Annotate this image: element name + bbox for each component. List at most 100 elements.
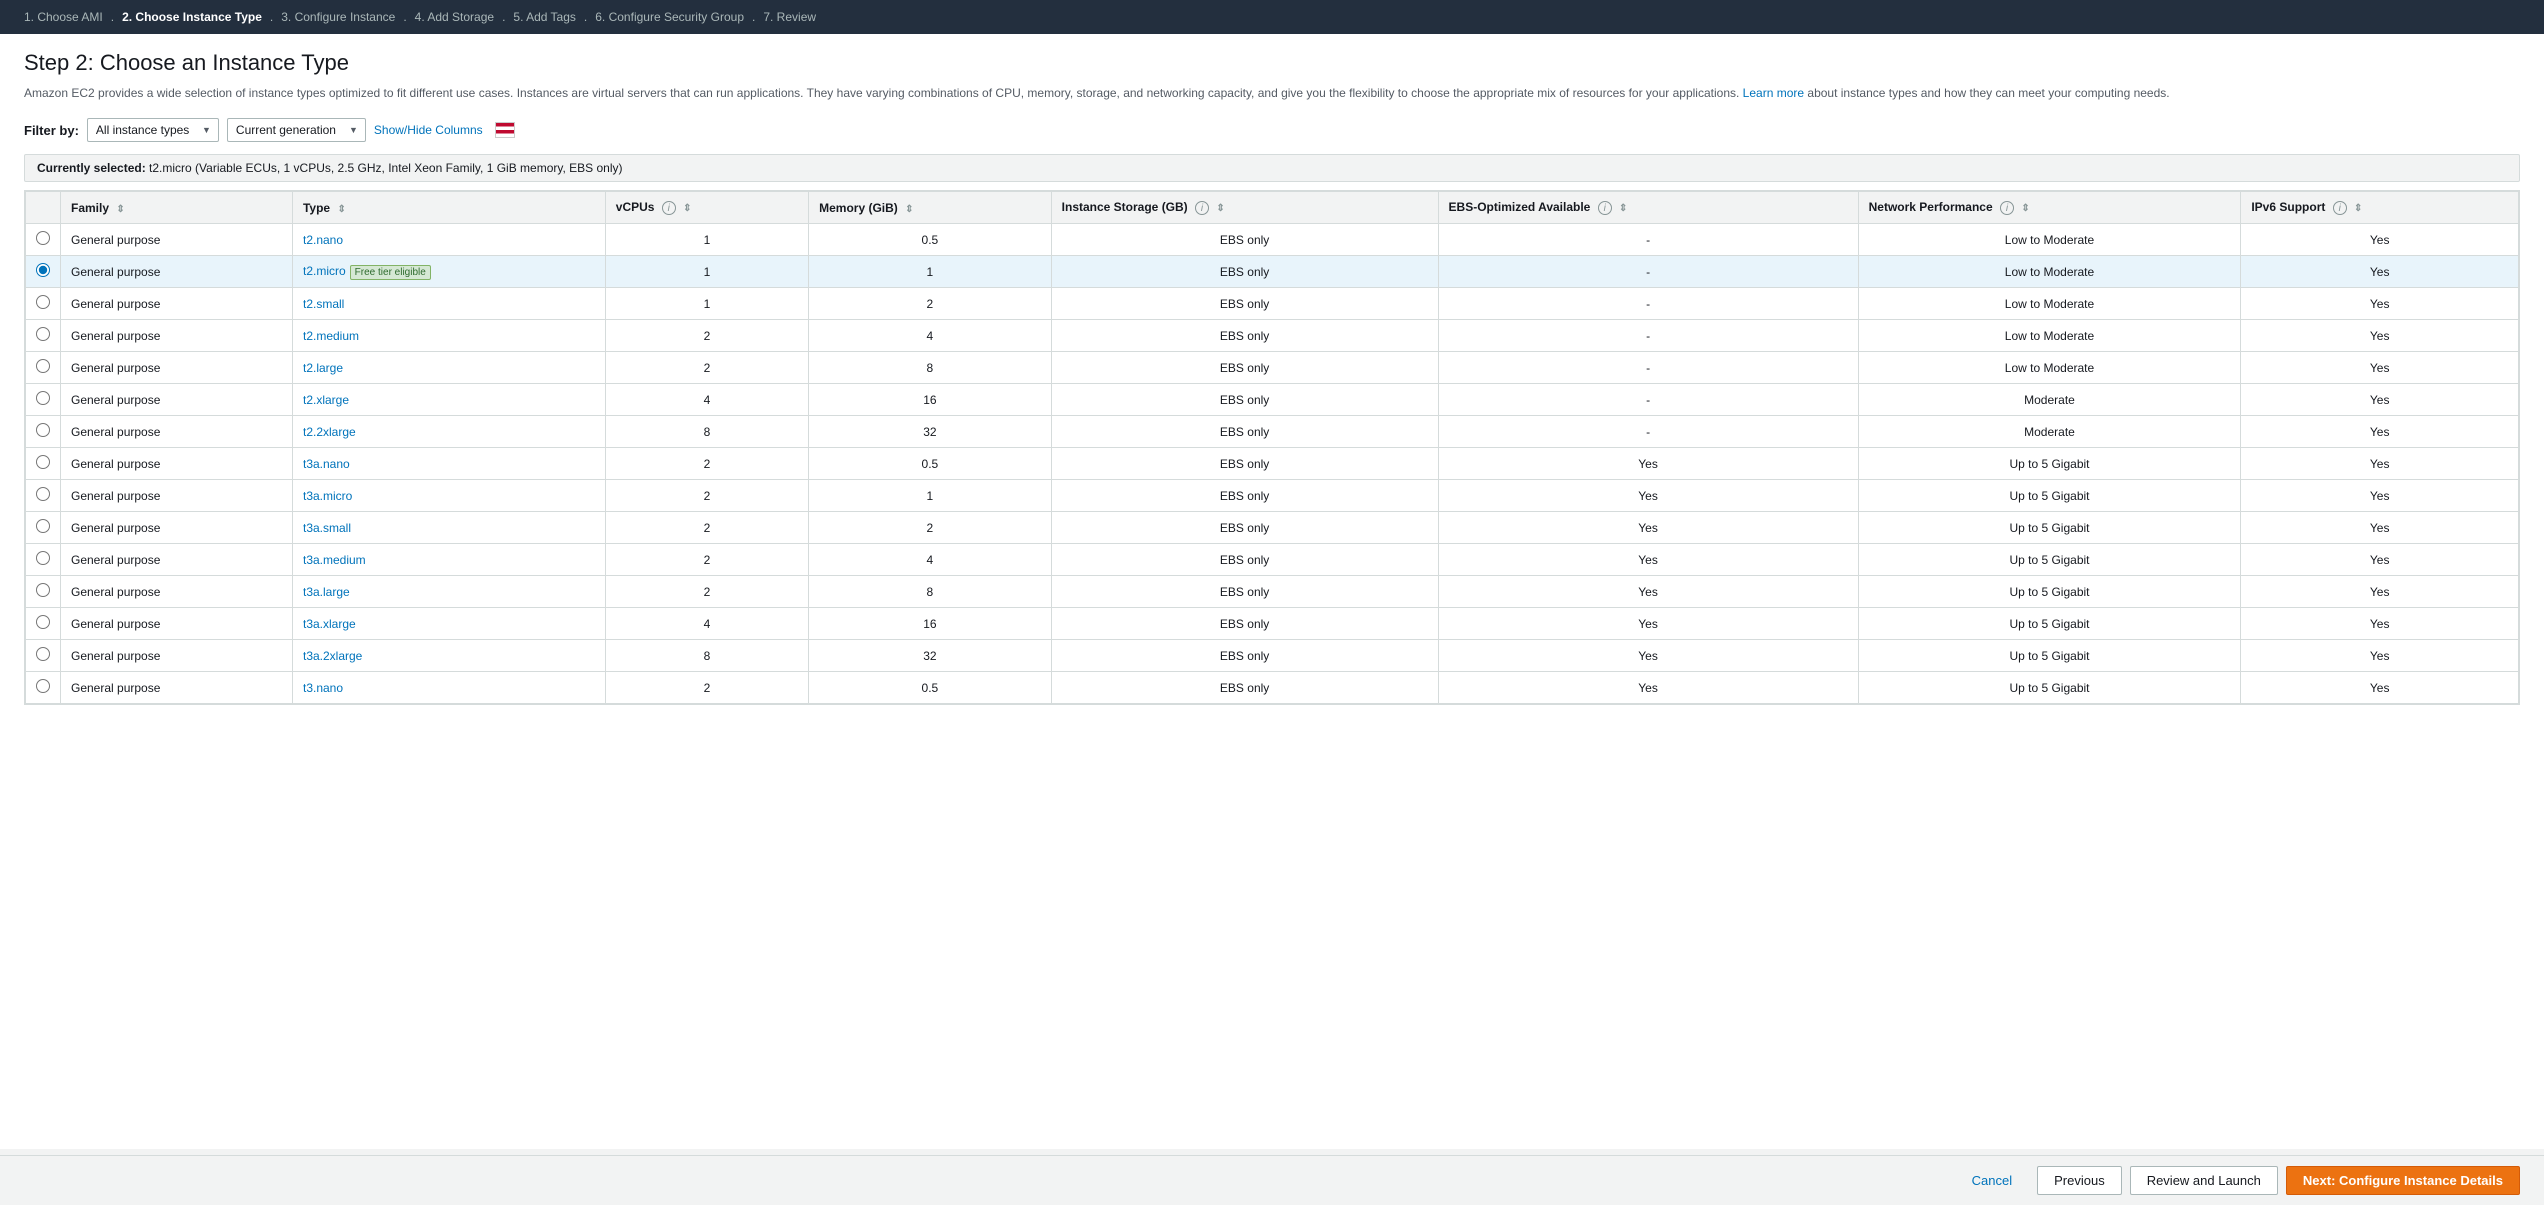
ebs-info-icon[interactable]: i [1598,201,1612,215]
row-ipv6: Yes [2241,608,2519,640]
row-type[interactable]: t3a.2xlarge [292,640,605,672]
row-radio-6[interactable] [36,423,50,437]
review-launch-button[interactable]: Review and Launch [2130,1166,2278,1195]
type-link-t3a.2xlarge[interactable]: t3a.2xlarge [303,649,362,663]
row-type[interactable]: t2.medium [292,320,605,352]
row-select-cell-7 [26,448,61,480]
generation-filter[interactable]: Current generation [227,118,366,142]
row-type[interactable]: t2.nano [292,224,605,256]
row-storage: EBS only [1051,288,1438,320]
next-configure-button[interactable]: Next: Configure Instance Details [2286,1166,2520,1195]
row-type[interactable]: t2.xlarge [292,384,605,416]
row-network: Low to Moderate [1858,224,2241,256]
row-radio-7[interactable] [36,455,50,469]
row-ebs-optimized: - [1438,256,1858,288]
storage-info-icon[interactable]: i [1195,201,1209,215]
type-sort-icon[interactable]: ⇕ [337,204,345,215]
header-storage[interactable]: Instance Storage (GB) i ⇕ [1051,192,1438,224]
storage-sort-icon[interactable]: ⇕ [1216,203,1224,214]
type-link-t3a.small[interactable]: t3a.small [303,521,351,535]
row-type[interactable]: t3a.medium [292,544,605,576]
row-select-cell-2 [26,288,61,320]
type-link-t3a.large[interactable]: t3a.large [303,585,350,599]
header-type[interactable]: Type ⇕ [292,192,605,224]
row-radio-10[interactable] [36,551,50,565]
nav-step-6[interactable]: 6. Configure Security Group [587,6,752,28]
type-link-t3a.micro[interactable]: t3a.micro [303,489,352,503]
row-radio-11[interactable] [36,583,50,597]
network-info-icon[interactable]: i [2000,201,2014,215]
header-network-performance[interactable]: Network Performance i ⇕ [1858,192,2241,224]
header-ebs-optimized[interactable]: EBS-Optimized Available i ⇕ [1438,192,1858,224]
instance-type-filter[interactable]: All instance types [87,118,219,142]
table-row: General purposet3.nano20.5EBS onlyYesUp … [26,672,2519,704]
row-type[interactable]: t3a.xlarge [292,608,605,640]
nav-step-7[interactable]: 7. Review [755,6,824,28]
row-ipv6: Yes [2241,288,2519,320]
row-type[interactable]: t3a.small [292,512,605,544]
type-link-t2.nano[interactable]: t2.nano [303,233,343,247]
row-radio-5[interactable] [36,391,50,405]
type-link-t3a.nano[interactable]: t3a.nano [303,457,350,471]
type-link-t3a.medium[interactable]: t3a.medium [303,553,366,567]
memory-sort-icon[interactable]: ⇕ [905,204,913,215]
row-ebs-optimized: - [1438,288,1858,320]
type-link-t3a.xlarge[interactable]: t3a.xlarge [303,617,356,631]
row-select-cell-5 [26,384,61,416]
type-link-t2.small[interactable]: t2.small [303,297,344,311]
row-type[interactable]: t2.2xlarge [292,416,605,448]
row-network: Up to 5 Gigabit [1858,608,2241,640]
row-family: General purpose [61,672,293,704]
row-radio-0[interactable] [36,231,50,245]
row-memory: 2 [809,512,1052,544]
learn-more-link[interactable]: Learn more [1743,86,1804,100]
nav-step-2[interactable]: 2. Choose Instance Type [114,6,270,28]
ipv6-sort-icon[interactable]: ⇕ [2354,203,2362,214]
row-radio-12[interactable] [36,615,50,629]
vcpus-sort-icon[interactable]: ⇕ [683,203,691,214]
row-radio-8[interactable] [36,487,50,501]
row-network: Low to Moderate [1858,320,2241,352]
row-storage: EBS only [1051,256,1438,288]
row-type[interactable]: t3a.micro [292,480,605,512]
type-link-t2.medium[interactable]: t2.medium [303,329,359,343]
header-memory[interactable]: Memory (GiB) ⇕ [809,192,1052,224]
cancel-button[interactable]: Cancel [1955,1166,2029,1195]
row-radio-9[interactable] [36,519,50,533]
row-type[interactable]: t3.nano [292,672,605,704]
row-memory: 0.5 [809,448,1052,480]
row-type[interactable]: t3a.nano [292,448,605,480]
type-link-t2.xlarge[interactable]: t2.xlarge [303,393,349,407]
header-family[interactable]: Family ⇕ [61,192,293,224]
previous-button[interactable]: Previous [2037,1166,2122,1195]
family-sort-icon[interactable]: ⇕ [116,204,124,215]
network-sort-icon[interactable]: ⇕ [2021,203,2029,214]
table-row: General purposet2.medium24EBS only-Low t… [26,320,2519,352]
type-link-t2.2xlarge[interactable]: t2.2xlarge [303,425,356,439]
show-hide-columns-link[interactable]: Show/Hide Columns [374,123,483,137]
type-link-t3.nano[interactable]: t3.nano [303,681,343,695]
ebs-sort-icon[interactable]: ⇕ [1619,203,1627,214]
row-radio-14[interactable] [36,679,50,693]
row-storage: EBS only [1051,320,1438,352]
header-vcpus[interactable]: vCPUs i ⇕ [605,192,808,224]
nav-step-3[interactable]: 3. Configure Instance [273,6,403,28]
nav-step-5[interactable]: 5. Add Tags [505,6,584,28]
row-type[interactable]: t2.small [292,288,605,320]
row-radio-4[interactable] [36,359,50,373]
row-radio-3[interactable] [36,327,50,341]
type-link-t2.micro[interactable]: t2.micro [303,264,346,278]
vcpus-info-icon[interactable]: i [662,201,676,215]
row-type[interactable]: t3a.large [292,576,605,608]
nav-step-1[interactable]: 1. Choose AMI [16,6,111,28]
row-type[interactable]: t2.microFree tier eligible [292,256,605,288]
row-type[interactable]: t2.large [292,352,605,384]
row-select-cell-1 [26,256,61,288]
row-radio-2[interactable] [36,295,50,309]
row-radio-1[interactable] [36,263,50,277]
row-radio-13[interactable] [36,647,50,661]
nav-step-4[interactable]: 4. Add Storage [407,6,502,28]
header-ipv6-support[interactable]: IPv6 Support i ⇕ [2241,192,2519,224]
type-link-t2.large[interactable]: t2.large [303,361,343,375]
ipv6-info-icon[interactable]: i [2333,201,2347,215]
